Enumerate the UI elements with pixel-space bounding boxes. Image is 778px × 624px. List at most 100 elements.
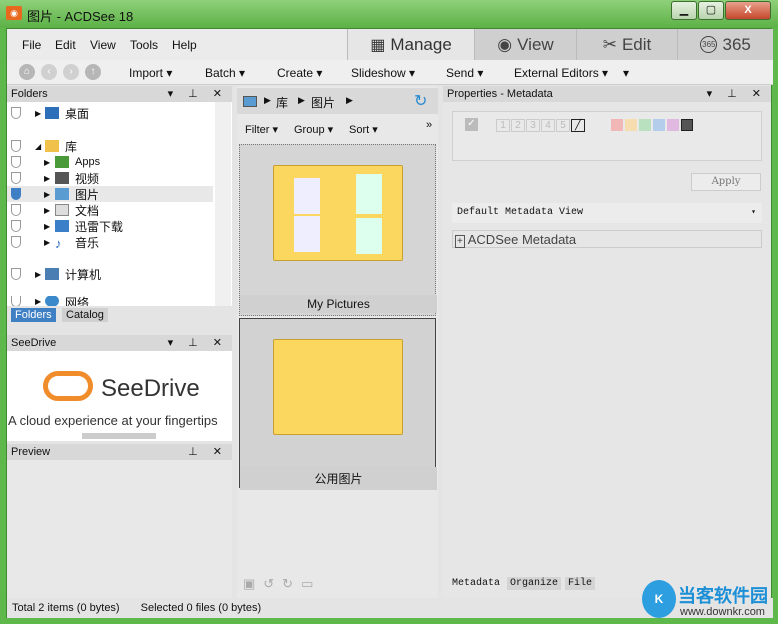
preview-header: Preview ⊥ ✕ [7, 444, 232, 460]
tree-item-videos[interactable]: ▶ 视频 [7, 170, 213, 186]
browser-bottom-toolbar[interactable]: ▣↺↻▭ [243, 576, 321, 592]
clear-rating-icon[interactable]: ╱ [571, 119, 585, 132]
tab-catalog[interactable]: Catalog [62, 308, 108, 322]
import-menu[interactable]: Import ▾ [129, 66, 172, 80]
toolbar-overflow[interactable]: ▾ [623, 66, 629, 80]
tab-metadata[interactable]: Metadata [449, 577, 504, 590]
color-label-yellow[interactable] [625, 119, 637, 131]
panel-controls[interactable]: ▾ ⊥ ✕ [707, 87, 767, 100]
color-labels [611, 119, 693, 131]
clear-color-label[interactable] [681, 119, 693, 131]
group-menu[interactable]: Group ▾ [294, 123, 333, 136]
home-icon[interactable]: ⌂ [19, 64, 35, 80]
menu-file[interactable]: File [22, 38, 41, 52]
expand-icon: + [455, 235, 465, 248]
tree-item-apps[interactable]: ▶ Apps [7, 154, 213, 170]
rating-buttons: 1 2 3 4 5 ╱ [496, 119, 585, 132]
acdsee-metadata-section[interactable]: + ACDSee Metadata [452, 230, 762, 248]
menu-view[interactable]: View [90, 38, 116, 52]
365-icon: 365 [700, 36, 718, 53]
eye-icon: ◉ [497, 34, 513, 54]
app-icon: ◉ [6, 6, 22, 20]
thumbnail-my-pictures[interactable]: My Pictures [239, 144, 437, 316]
more-icon[interactable]: » [426, 119, 432, 131]
tab-folders[interactable]: Folders [11, 308, 56, 322]
apply-button[interactable]: Apply [691, 173, 761, 191]
metadata-view-select[interactable]: Default Metadata View ▾ [452, 203, 762, 223]
status-total: Total 2 items (0 bytes) [12, 602, 120, 614]
preview-panel: Preview ⊥ ✕ [7, 444, 232, 598]
tab-organize[interactable]: Organize [507, 577, 562, 590]
tree-item-music[interactable]: ▶ ♪ 音乐 [7, 234, 213, 251]
sort-menu[interactable]: Sort ▾ [349, 123, 378, 136]
tab-view[interactable]: ◉ View [474, 29, 576, 60]
rating-2[interactable]: 2 [511, 119, 525, 132]
properties-tabs: Metadata Organize File [449, 577, 596, 590]
main-window: File Edit View Tools Help ▦ Manage ◉ View … [6, 28, 773, 618]
color-label-red[interactable] [611, 119, 623, 131]
batch-menu[interactable]: Batch ▾ [205, 66, 245, 80]
watermark-logo: K 当客软件园 www.downkr.com [638, 578, 778, 622]
apps-icon [55, 156, 69, 168]
tab-file[interactable]: File [565, 577, 596, 590]
filter-menu[interactable]: Filter ▾ [245, 123, 278, 136]
thumbnail-label: 公用图片 [240, 467, 437, 490]
menu-tools[interactable]: Tools [130, 38, 158, 52]
thumbnail-public-pictures[interactable]: 公用图片 [239, 318, 437, 490]
refresh-icon[interactable]: ↻ [414, 91, 427, 111]
send-menu[interactable]: Send ▾ [446, 66, 483, 80]
color-label-blue[interactable] [653, 119, 665, 131]
rating-5[interactable]: 5 [556, 119, 570, 132]
forward-icon[interactable]: › [63, 64, 79, 80]
tree-item-desktop[interactable]: ▶ 桌面 [7, 105, 213, 121]
folder-icon [273, 339, 403, 435]
create-menu[interactable]: Create ▾ [277, 66, 322, 80]
thumbnail-label: My Pictures [240, 295, 437, 313]
panel-controls[interactable]: ▾ ⊥ ✕ [168, 336, 228, 349]
up-icon[interactable]: ↑ [85, 64, 101, 80]
tree-item-library[interactable]: ◢ 库 [7, 138, 213, 154]
tree-item-documents[interactable]: ▶ 文档 [7, 202, 213, 218]
color-label-purple[interactable] [667, 119, 679, 131]
computer-icon [45, 268, 59, 280]
window-title: 图片 - ACDSee 18 [27, 9, 134, 24]
tab-365[interactable]: 365 365 [677, 29, 773, 60]
slideshow-menu[interactable]: Slideshow ▾ [351, 66, 415, 80]
seedrive-button[interactable] [82, 433, 156, 439]
menu-edit[interactable]: Edit [55, 38, 76, 52]
music-icon: ♪ [55, 236, 62, 251]
pictures-icon [243, 96, 257, 107]
breadcrumb-library[interactable]: 库 [276, 94, 288, 111]
tree-item-pictures[interactable]: ▶ 图片 [7, 186, 213, 202]
title-bar: ◉ 图片 - ACDSee 18 ▁ ▢ X [0, 0, 778, 28]
back-icon[interactable]: ‹ [41, 64, 57, 80]
rating-4[interactable]: 4 [541, 119, 555, 132]
menu-help[interactable]: Help [172, 38, 197, 52]
close-button[interactable]: X [725, 1, 771, 20]
minimize-button[interactable]: ▁ [671, 1, 697, 20]
seedrive-logo-icon [43, 371, 93, 401]
external-editors-menu[interactable]: External Editors ▾ [514, 66, 608, 80]
tag-checkbox[interactable]: ✓ [465, 118, 478, 131]
tree-item-downloads[interactable]: ▶ 迅雷下载 [7, 218, 213, 234]
folders-header: Folders ▾ ⊥ ✕ [7, 86, 232, 102]
panel-controls[interactable]: ▾ ⊥ ✕ [168, 87, 228, 100]
panel-controls[interactable]: ⊥ ✕ [188, 445, 228, 458]
color-label-green[interactable] [639, 119, 651, 131]
breadcrumb: ▶ 库 ▶ 图片 ▶ ↻ [237, 88, 438, 114]
tree-item-network[interactable]: ▶ 网络 [7, 296, 213, 306]
edit-tools-icon: ✂ [602, 34, 617, 54]
rating-3[interactable]: 3 [526, 119, 540, 132]
maximize-button[interactable]: ▢ [698, 1, 724, 20]
toolbar: ⌂ ‹ › ↑ Import ▾ Batch ▾ Create ▾ Slides… [7, 60, 773, 85]
properties-header: Properties - Metadata ▾ ⊥ ✕ [443, 86, 771, 102]
breadcrumb-pictures[interactable]: 图片 [311, 94, 335, 111]
rating-label-box: ✓ 1 2 3 4 5 ╱ [452, 111, 762, 161]
tab-edit[interactable]: ✂ Edit [576, 29, 677, 60]
seedrive-header: SeeDrive ▾ ⊥ ✕ [7, 335, 232, 351]
tree-item-computer[interactable]: ▶ 计算机 [7, 266, 213, 282]
folder-tree-scrollbar[interactable] [215, 102, 231, 306]
seedrive-panel: SeeDrive ▾ ⊥ ✕ SeeDrive A cloud experienc… [7, 335, 232, 441]
rating-1[interactable]: 1 [496, 119, 510, 132]
tab-manage[interactable]: ▦ Manage [347, 29, 474, 60]
